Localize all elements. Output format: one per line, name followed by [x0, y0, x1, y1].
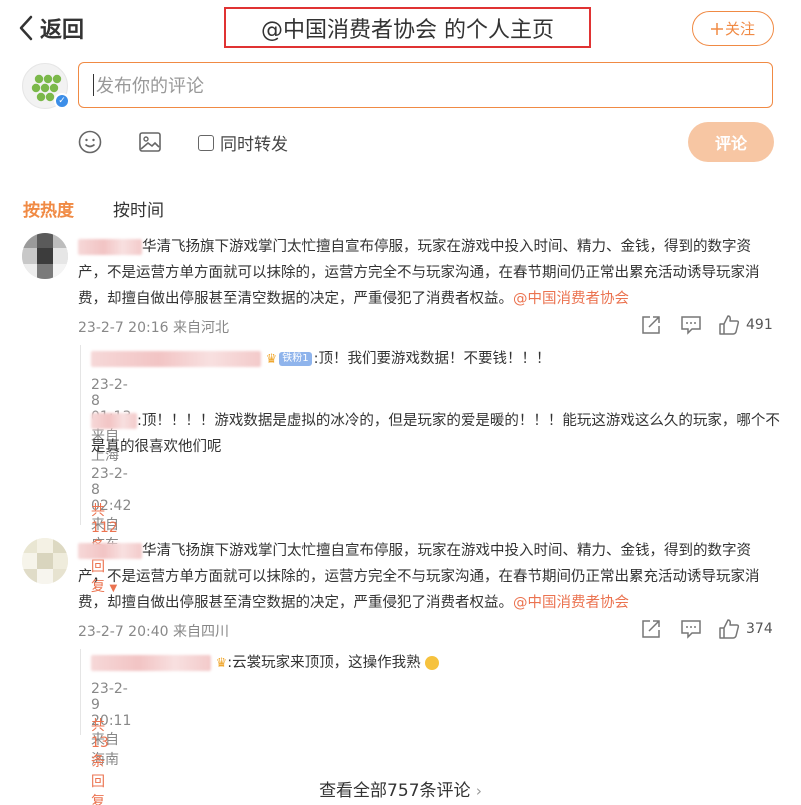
- comment-icon: [681, 620, 701, 639]
- tab-sort-time[interactable]: 按时间: [113, 196, 164, 221]
- reply-button[interactable]: [680, 315, 702, 335]
- comment-location: 来自河北: [172, 320, 229, 336]
- blurred-avatar-image: [22, 538, 68, 584]
- comment-text: 华清飞扬旗下游戏掌门太忙擅自宣布停服，玩家在游戏中投入时间、精力、金钱，得到的数…: [78, 538, 778, 616]
- reply-body: :云裳玩家来顶顶，这操作我熟: [227, 655, 421, 671]
- chevron-right-icon: ›: [475, 782, 482, 800]
- reply-thread: ♛:云裳玩家来顶顶，这操作我熟 23-2-9 20:11 来自海南 共13条回复…: [80, 649, 440, 805]
- follow-button[interactable]: 关注: [692, 11, 774, 46]
- share-icon: [642, 316, 660, 334]
- fan-badge: 铁粉1: [279, 352, 312, 366]
- comment-location: 来自四川: [172, 624, 229, 640]
- repost-checkbox[interactable]: 同时转发: [198, 130, 288, 155]
- chevron-left-icon: [19, 15, 33, 41]
- sweat-smile-emoji-icon: [425, 656, 440, 670]
- comment-icon: [681, 316, 701, 335]
- comment-time: 23-2-7 20:16: [78, 320, 169, 336]
- share-button[interactable]: [640, 619, 662, 639]
- comment-placeholder: 发布你的评论: [96, 76, 204, 97]
- comment-input[interactable]: 发布你的评论: [78, 62, 773, 108]
- tab-sort-hot[interactable]: 按热度: [23, 196, 74, 221]
- checkbox-box[interactable]: [198, 134, 214, 151]
- reply-item: ♛ 铁粉1:顶！我们要游戏数据！不要钱！！！: [91, 346, 781, 373]
- thumbs-up-icon: [719, 315, 740, 335]
- view-all-comments-link[interactable]: 查看全部757条评论 ›: [0, 776, 801, 801]
- header: 返回 @中国消费者协会 的个人主页 关注: [0, 0, 801, 56]
- mention-link[interactable]: @中国消费者协会: [513, 595, 629, 611]
- like-button[interactable]: 374: [718, 619, 773, 639]
- thumbs-up-icon: [719, 619, 740, 639]
- emoji-icon: [78, 130, 102, 154]
- follow-label: 关注: [724, 20, 755, 38]
- username-blurred[interactable]: [78, 239, 142, 255]
- avatar[interactable]: [22, 233, 68, 279]
- reply-item: :顶！！！！游戏数据是虚拟的冰冷的，但是玩家的爱是暖的！！！能玩这游戏这么久的玩…: [91, 408, 781, 460]
- mention-link[interactable]: @中国消费者协会: [513, 291, 629, 307]
- like-count: 491: [746, 317, 773, 333]
- comment-time: 23-2-7 20:40: [78, 624, 169, 640]
- comment-body: 华清飞扬旗下游戏掌门太忙擅自宣布停服，玩家在游戏中投入时间、精力、金钱，得到的数…: [78, 239, 760, 307]
- reply-button[interactable]: [680, 619, 702, 639]
- reply-item: ♛:云裳玩家来顶顶，这操作我熟: [91, 650, 781, 677]
- emoji-button[interactable]: [78, 130, 102, 158]
- fan-badge-icon: ♛: [265, 352, 278, 367]
- comment-meta: 23-2-7 20:40 来自四川: [78, 621, 229, 641]
- username-blurred[interactable]: [78, 543, 142, 559]
- username-blurred[interactable]: [91, 413, 137, 429]
- share-icon: [642, 620, 660, 638]
- reply-body: :顶！我们要游戏数据！不要钱！！！: [313, 351, 551, 367]
- submit-comment-button[interactable]: 评论: [688, 122, 774, 162]
- plus-icon: [710, 22, 723, 35]
- back-button[interactable]: 返回: [18, 12, 84, 44]
- image-button[interactable]: [138, 130, 162, 158]
- text-caret: [93, 74, 94, 96]
- comment-meta: 23-2-7 20:16 来自河北: [78, 317, 229, 337]
- page-title: @中国消费者协会 的个人主页: [224, 7, 591, 48]
- image-icon: [139, 132, 161, 152]
- fan-badge-icon: ♛: [215, 656, 228, 671]
- repost-label: 同时转发: [220, 135, 288, 155]
- blurred-avatar-image: [22, 233, 68, 279]
- reply-thread: ♛铁粉1:顶！我们要游戏数据！不要钱！！！ 23-2-8 01:13 来自上海 …: [80, 345, 780, 595]
- back-label: 返回: [40, 18, 85, 43]
- comment-body: 华清飞扬旗下游戏掌门太忙擅自宣布停服，玩家在游戏中投入时间、精力、金钱，得到的数…: [78, 543, 760, 611]
- user-avatar[interactable]: ✓: [22, 63, 70, 109]
- verified-badge-icon: ✓: [54, 93, 70, 109]
- comment-text: 华清飞扬旗下游戏掌门太忙擅自宣布停服，玩家在游戏中投入时间、精力、金钱，得到的数…: [78, 234, 778, 312]
- avatar[interactable]: [22, 538, 68, 584]
- comment-actions: 374: [640, 619, 773, 639]
- comment-actions: 491: [640, 315, 773, 335]
- like-count: 374: [746, 621, 773, 637]
- username-blurred[interactable]: [91, 351, 261, 367]
- view-all-label: 查看全部757条评论: [319, 781, 471, 801]
- username-blurred[interactable]: [91, 655, 211, 671]
- share-button[interactable]: [640, 315, 662, 335]
- reply-body: :顶！！！！游戏数据是虚拟的冰冷的，但是玩家的爱是暖的！！！能玩这游戏这么久的玩…: [91, 413, 780, 455]
- like-button[interactable]: 491: [718, 315, 773, 335]
